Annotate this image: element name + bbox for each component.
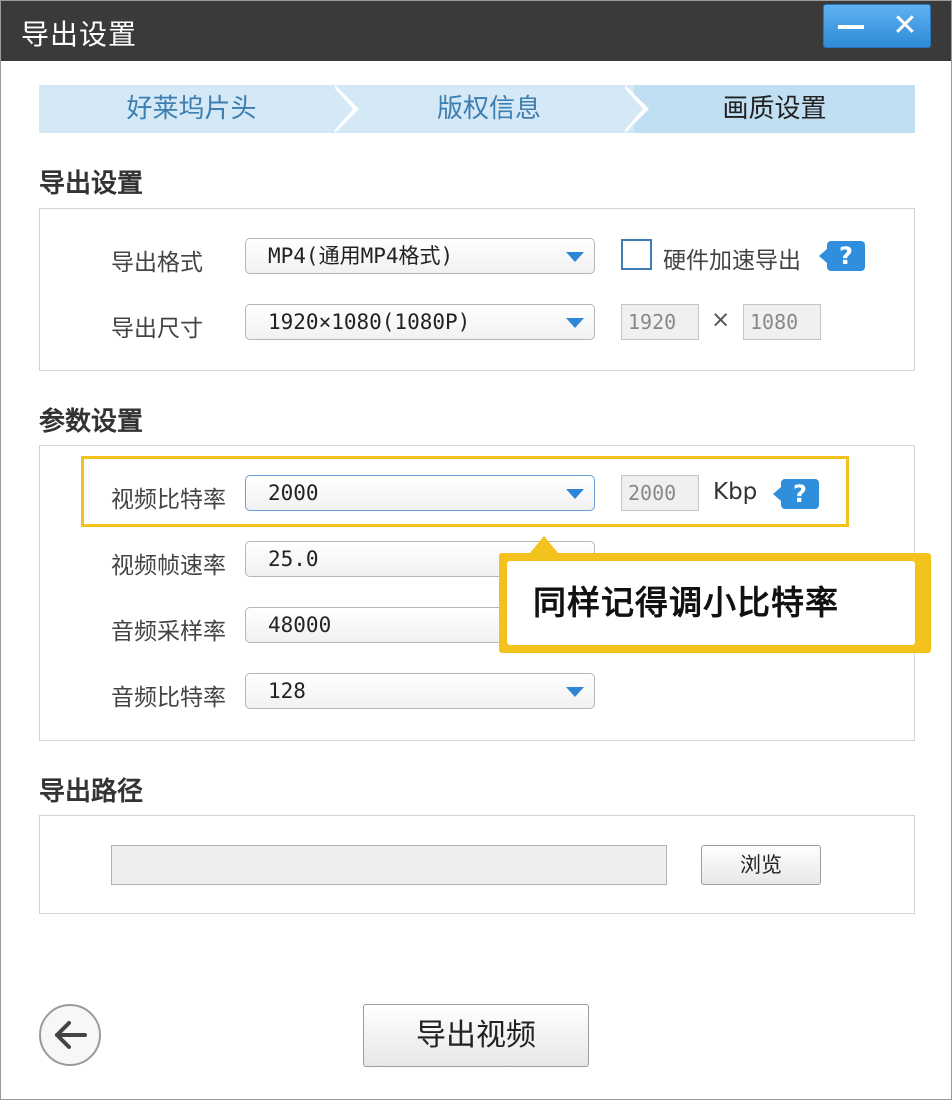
step-separator-inner [622,85,643,133]
framerate-value: 25.0 [268,547,319,571]
back-button[interactable] [39,1004,101,1066]
format-value: MP4(通用MP4格式) [268,244,454,268]
chevron-down-icon [566,318,584,328]
export-video-button[interactable]: 导出视频 [363,1004,589,1067]
audio-bitrate-select[interactable]: 128 [245,673,595,709]
bitrate-highlight-frame [81,456,849,527]
format-select[interactable]: MP4(通用MP4格式) [245,238,595,274]
step-tab-copyright[interactable]: 版权信息 [344,85,634,133]
size-label: 导出尺寸 [111,316,203,342]
params-title: 参数设置 [39,407,144,437]
browse-button[interactable]: 浏览 [701,845,821,885]
chevron-down-icon [566,687,584,697]
window-title: 导出设置 [21,18,138,51]
audio-bitrate-label: 音频比特率 [111,685,226,711]
width-input[interactable]: 1920 [621,304,699,340]
export-settings-panel [39,208,915,371]
size-select[interactable]: 1920×1080(1080P) [245,304,595,340]
sample-rate-value: 48000 [268,613,332,637]
step-tab-intro[interactable]: 好莱坞片头 [39,85,344,133]
help-icon[interactable]: ? [819,241,865,271]
export-settings-window: 导出设置 ✕ 好莱坞片头 版权信息 画质设置 导出设置 导出格式 MP4(通用M… [0,0,952,1100]
size-value: 1920×1080(1080P) [268,310,471,334]
close-icon: ✕ [892,8,918,43]
format-label: 导出格式 [111,250,203,276]
chevron-down-icon [566,252,584,262]
output-path-input[interactable] [111,845,667,885]
minimize-button[interactable] [824,5,878,47]
close-button[interactable]: ✕ [878,5,932,47]
step-tabs: 好莱坞片头 版权信息 画质设置 [39,85,915,133]
title-bar: 导出设置 ✕ [1,1,951,61]
arrow-left-icon [55,1021,87,1049]
callout-box: 同样记得调小比特率 [499,553,931,653]
framerate-label: 视频帧速率 [111,553,226,579]
step-tab-quality[interactable]: 画质设置 [634,85,915,133]
export-settings-title: 导出设置 [39,169,144,199]
hw-accel-label: 硬件加速导出 [663,248,801,274]
hw-accel-checkbox[interactable] [621,239,652,270]
height-input[interactable]: 1080 [743,304,821,340]
step-separator-inner [332,85,353,133]
callout-pointer [530,536,558,553]
window-controls: ✕ [823,4,931,48]
minimize-icon [838,25,864,29]
output-path-title: 导出路径 [39,777,144,807]
sample-rate-label: 音频采样率 [111,619,226,645]
audio-bitrate-value: 128 [268,679,306,703]
times-sign: × [711,307,731,333]
callout-text: 同样记得调小比特率 [507,561,915,645]
